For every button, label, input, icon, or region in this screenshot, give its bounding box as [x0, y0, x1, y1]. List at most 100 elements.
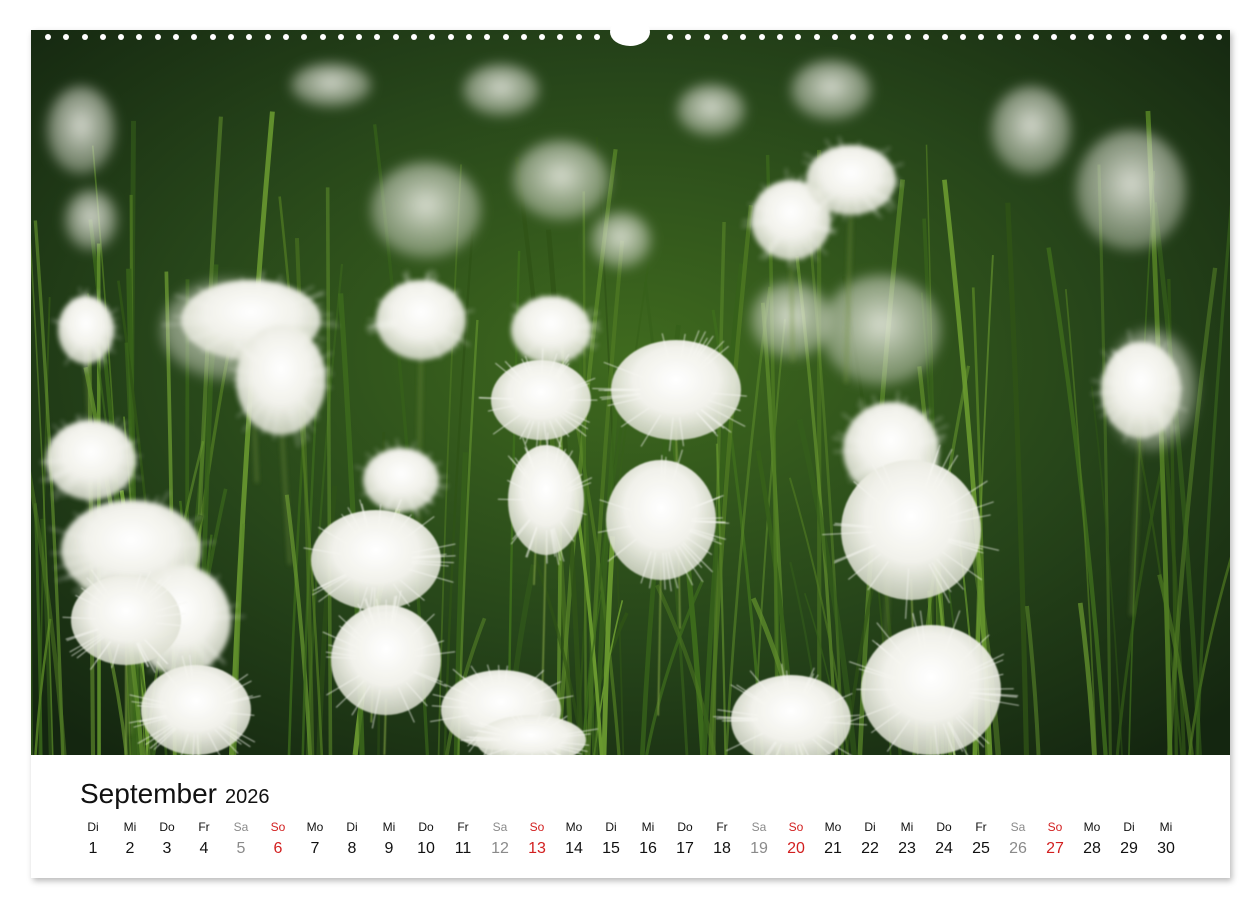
- binding-hole: [887, 34, 893, 40]
- calendar-day: Mo 21: [814, 819, 852, 859]
- binding-hole: [704, 34, 710, 40]
- month-name: September: [80, 778, 217, 809]
- day-row: Di 1 Mi 2 Do 3 Fr 4 Sa 5 So 6 Mo 7 Di 8 Mi 9 Do 10 Fr 11 Sa 12 S…: [75, 819, 1207, 863]
- day-number: 14: [565, 840, 583, 857]
- binding-hole: [503, 34, 509, 40]
- cotton-tuft: [47, 86, 115, 174]
- binding-hole: [759, 34, 765, 40]
- binding-hole: [960, 34, 966, 40]
- binding-hole: [923, 34, 929, 40]
- binding-hole: [777, 34, 783, 40]
- weekday-label: Fr: [716, 820, 728, 834]
- binding-hole: [448, 34, 454, 40]
- day-number: 29: [1120, 840, 1138, 857]
- binding-hole: [978, 34, 984, 40]
- binding-hole: [685, 34, 691, 40]
- day-number: 24: [935, 840, 953, 857]
- calendar-day: Fr 25: [962, 819, 1000, 859]
- day-number: 11: [454, 840, 472, 857]
- month-title: September 2026: [80, 778, 269, 810]
- calendar-day: Di 8: [333, 819, 371, 859]
- binding-hole: [832, 34, 838, 40]
- year-label: 2026: [224, 786, 270, 808]
- calendar-strip: September 2026 Di 1 Mi 2 Do 3 Fr 4 Sa 5 So 6 Mo 7 Di 8 Mi…: [31, 755, 1230, 878]
- binding-hole: [1015, 34, 1021, 40]
- binding-hole: [210, 34, 216, 40]
- binding-hole: [155, 34, 161, 40]
- calendar-day: Di 22: [851, 819, 889, 859]
- calendar-day: Fr 4: [185, 819, 223, 859]
- cotton-tuft: [513, 140, 609, 220]
- day-number: 12: [491, 840, 509, 857]
- day-number: 8: [347, 840, 357, 857]
- calendar-day: Do 10: [407, 819, 445, 859]
- binding-hole: [283, 34, 289, 40]
- binding-hole: [1143, 34, 1149, 40]
- binding-hole: [722, 34, 728, 40]
- weekday-label: So: [529, 820, 545, 834]
- binding-hole: [814, 34, 820, 40]
- binding-hole: [338, 34, 344, 40]
- binding-hole: [228, 34, 234, 40]
- weekday-label: Sa: [751, 820, 767, 834]
- day-number: 6: [273, 840, 283, 857]
- cotton-tuft: [291, 63, 371, 107]
- weekday-label: Di: [605, 820, 617, 834]
- binding-hole: [1125, 34, 1131, 40]
- calendar-day: So 13: [518, 819, 556, 859]
- calendar-day: Do 24: [925, 819, 963, 859]
- day-number: 5: [236, 840, 246, 857]
- day-number: 17: [676, 840, 694, 857]
- weekday-label: Fr: [975, 820, 987, 834]
- binding-hole: [997, 34, 1003, 40]
- weekday-label: Sa: [233, 820, 249, 834]
- calendar-day: Do 3: [148, 819, 186, 859]
- weekday-label: Do: [418, 820, 434, 834]
- day-number: 26: [1009, 840, 1027, 857]
- calendar-day: So 20: [777, 819, 815, 859]
- calendar-day: Sa 5: [222, 819, 260, 859]
- cotton-tuft: [821, 275, 941, 385]
- binding-hole: [1106, 34, 1112, 40]
- binding-hole: [100, 34, 106, 40]
- binding-hole: [1051, 34, 1057, 40]
- binding-hole: [173, 34, 179, 40]
- calendar-day: Mo 14: [555, 819, 593, 859]
- day-number: 1: [88, 840, 98, 857]
- calendar-day: Mo 28: [1073, 819, 1111, 859]
- weekday-label: Mi: [641, 820, 655, 834]
- day-number: 15: [602, 840, 620, 857]
- binding-hole: [246, 34, 252, 40]
- cotton-grass-photo: [31, 30, 1230, 755]
- day-number: 20: [787, 840, 805, 857]
- cotton-tuft: [371, 162, 481, 258]
- calendar-day: Sa 12: [481, 819, 519, 859]
- weekday-label: Mo: [565, 820, 583, 834]
- weekday-label: Mi: [123, 820, 137, 834]
- calendar-page: September 2026 Di 1 Mi 2 Do 3 Fr 4 Sa 5 So 6 Mo 7 Di 8 Mi…: [31, 18, 1230, 878]
- day-number: 28: [1083, 840, 1101, 857]
- calendar-day: Do 17: [666, 819, 704, 859]
- photo-illustration: [31, 30, 1230, 755]
- binding-hole: [795, 34, 801, 40]
- day-number: 27: [1046, 840, 1064, 857]
- weekday-label: Do: [159, 820, 175, 834]
- weekday-label: Di: [346, 820, 358, 834]
- day-number: 9: [384, 840, 394, 857]
- binding-hole: [429, 34, 435, 40]
- calendar-day: Sa 19: [740, 819, 778, 859]
- weekday-label: Mi: [382, 820, 396, 834]
- binding-hole: [667, 34, 673, 40]
- binding-hole: [576, 34, 582, 40]
- calendar-day: Di 15: [592, 819, 630, 859]
- day-number: 22: [861, 840, 879, 857]
- binding-hole: [1216, 34, 1222, 40]
- binding-hole: [393, 34, 399, 40]
- cotton-tuft: [463, 64, 539, 116]
- weekday-label: Mo: [824, 820, 842, 834]
- binding-hole: [118, 34, 124, 40]
- binding-hole: [868, 34, 874, 40]
- day-number: 3: [162, 840, 172, 857]
- binding-hole: [1180, 34, 1186, 40]
- calendar-day: Fr 18: [703, 819, 741, 859]
